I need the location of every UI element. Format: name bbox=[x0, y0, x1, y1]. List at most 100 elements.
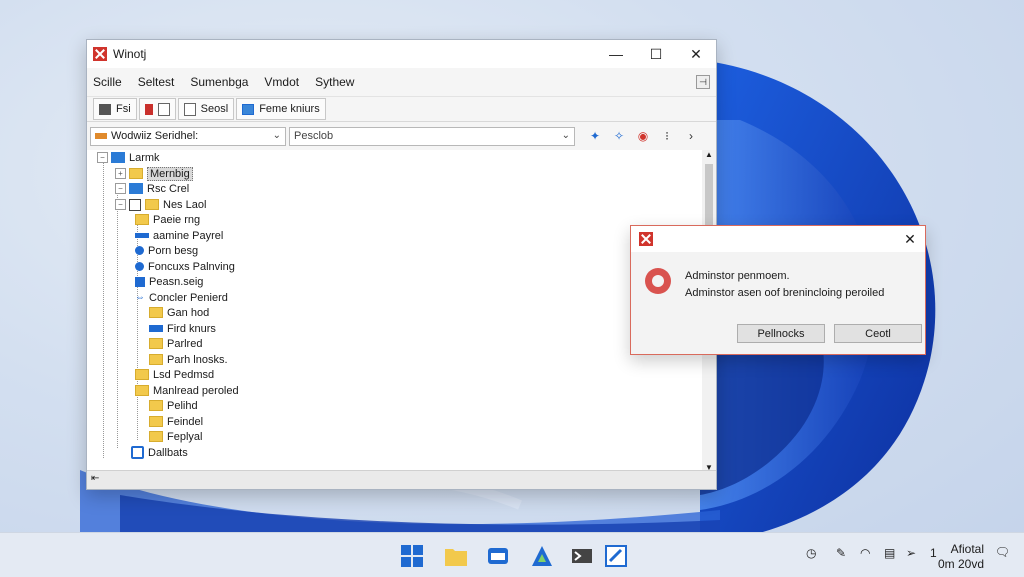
admin-dialog: ✕ Adminstor penmoem. Adminstor asen oof … bbox=[630, 225, 926, 355]
window-icon bbox=[183, 102, 196, 116]
wifi-icon[interactable]: ◠ bbox=[860, 546, 870, 560]
tree-item[interactable]: Porn besg bbox=[135, 243, 198, 258]
next-icon[interactable]: › bbox=[679, 129, 703, 143]
menu-bar: Scille Seltest Sumenbga Vmdot Sythew ⊣ bbox=[87, 68, 716, 97]
collapse-icon[interactable]: − bbox=[97, 152, 108, 163]
tree-item[interactable]: − Rsc Crel bbox=[115, 181, 189, 196]
dialog-button-cancel[interactable]: Ceotl bbox=[834, 324, 922, 343]
terminal-icon[interactable] bbox=[570, 544, 594, 568]
scroll-up-icon[interactable]: ▲ bbox=[705, 150, 713, 159]
shield-icon bbox=[131, 446, 144, 459]
dialog-close-button[interactable]: ✕ bbox=[895, 231, 925, 248]
file-explorer-icon[interactable] bbox=[444, 544, 468, 568]
location-dropdown[interactable]: Wodwiiz Seridhel: ⌄ bbox=[90, 126, 286, 146]
collapse-icon[interactable]: − bbox=[115, 183, 126, 194]
expand-icon[interactable]: + bbox=[115, 168, 126, 179]
maximize-button[interactable]: ☐ bbox=[636, 40, 676, 68]
status-back-icon[interactable]: ⇤ bbox=[91, 473, 99, 484]
folder-arrow-icon bbox=[149, 431, 163, 442]
toolbar-label: Seosl bbox=[200, 103, 229, 115]
link-icon: ⇔ bbox=[135, 292, 145, 303]
tree-item-label: Peasn.seig bbox=[149, 275, 204, 288]
tree-item-label: Concler Penierd bbox=[149, 291, 228, 304]
windows-start-icon[interactable] bbox=[400, 544, 424, 568]
battery-icon[interactable]: ▤ bbox=[884, 546, 895, 560]
tree-item[interactable]: Fird knurs bbox=[149, 321, 216, 336]
tree-item[interactable]: − Nes Laol bbox=[115, 197, 206, 212]
minimize-button[interactable]: — bbox=[596, 40, 636, 68]
folder-icon bbox=[149, 307, 163, 318]
view-icon[interactable]: ◉ bbox=[631, 129, 655, 143]
toolbar-button-edit[interactable] bbox=[138, 98, 176, 120]
tree-item[interactable]: Dallbats bbox=[131, 445, 188, 460]
menu-item[interactable]: Sumenbga bbox=[190, 75, 248, 89]
checkbox-icon bbox=[129, 198, 141, 211]
menu-item[interactable]: Vmdot bbox=[264, 75, 299, 89]
tree-item[interactable]: − Larmk bbox=[97, 150, 160, 165]
tree-item-label: Porn besg bbox=[148, 244, 199, 257]
search-dropdown[interactable]: Pesclob ⌄ bbox=[289, 126, 575, 146]
address-bar: Wodwiiz Seridhel: ⌄ Pesclob ⌄ ✦ ✧ ◉ ⁝ › bbox=[87, 122, 716, 151]
pin-icon[interactable]: ✦ bbox=[583, 129, 607, 143]
folder-icon bbox=[149, 400, 163, 411]
pin-toolbar-icon[interactable]: ⊣ bbox=[696, 75, 710, 89]
tree-item[interactable]: Peasn.seig bbox=[135, 274, 203, 289]
toolbar-button-monitor[interactable]: Feme kniurs bbox=[236, 98, 326, 120]
tree-item[interactable]: Foncuxs Palnving bbox=[135, 259, 235, 274]
vertical-scroll-thumb[interactable] bbox=[705, 164, 713, 234]
pin-alt-icon[interactable]: ✧ bbox=[607, 129, 631, 143]
tree-item-label: Lsd Pedmsd bbox=[153, 368, 215, 381]
tree-item[interactable]: Gan hod bbox=[149, 305, 209, 320]
menu-item[interactable]: Seltest bbox=[138, 75, 175, 89]
folder-icon bbox=[129, 168, 143, 179]
tree-item-label: Nes Laol bbox=[163, 198, 207, 211]
window-controls: — ☐ ✕ bbox=[596, 40, 716, 68]
folder-blue-icon bbox=[129, 183, 143, 194]
menu-item[interactable]: Sythew bbox=[315, 75, 354, 89]
tree-item[interactable]: Paeie rng bbox=[135, 212, 200, 227]
main-window: Winotj — ☐ ✕ Scille Seltest Sumenbga Vmd… bbox=[86, 39, 717, 490]
menu-item[interactable]: Scille bbox=[93, 75, 122, 89]
folder-icon bbox=[135, 214, 149, 225]
mail-icon[interactable] bbox=[486, 544, 510, 568]
more-icon[interactable]: ⁝ bbox=[655, 129, 679, 143]
doc-icon bbox=[157, 102, 170, 116]
tree-item[interactable]: Manlread peroled bbox=[135, 383, 239, 398]
clock-line-2: 0m 20vd bbox=[937, 557, 984, 571]
tree-item[interactable]: Pelihd bbox=[149, 398, 198, 413]
speaker-icon[interactable]: ➢ bbox=[906, 546, 916, 560]
dialog-button-primary[interactable]: Pellnocks bbox=[737, 324, 825, 343]
tree-item[interactable]: Feplyal bbox=[149, 429, 202, 444]
collapse-icon[interactable]: − bbox=[115, 199, 126, 210]
dialog-title-bar[interactable]: ✕ bbox=[631, 226, 925, 252]
monitor-icon bbox=[242, 103, 255, 115]
tree-item-label: aamine Payrel bbox=[153, 229, 224, 242]
close-button[interactable]: ✕ bbox=[676, 40, 716, 68]
title-bar[interactable]: Winotj — ☐ ✕ bbox=[87, 40, 716, 68]
dot-icon bbox=[135, 262, 144, 271]
edit-icon bbox=[144, 103, 153, 115]
folder-icon bbox=[135, 385, 149, 396]
tree-item[interactable]: Parh lnosks. bbox=[149, 352, 228, 367]
tree-item[interactable]: Lsd Pedmsd bbox=[135, 367, 214, 382]
toolbar: Fsi Seosl Feme kniurs bbox=[87, 97, 716, 122]
toolbar-button-tools[interactable]: Fsi bbox=[93, 98, 137, 120]
dialog-line-2: Adminstor asen oof brenincloing peroiled bbox=[685, 287, 885, 299]
tree-item[interactable]: aamine Payrel bbox=[135, 228, 223, 243]
clock[interactable]: Afiotal 0m 20vd bbox=[938, 542, 984, 572]
search-placeholder: Pesclob bbox=[294, 130, 334, 142]
warning-icon bbox=[645, 268, 671, 294]
tree-item-label: Feplyal bbox=[167, 430, 203, 443]
pen-tray-icon[interactable]: ✎ bbox=[836, 546, 846, 560]
notification-icon[interactable]: 🗨 bbox=[995, 545, 1010, 559]
tree-item-label: Parh lnosks. bbox=[167, 353, 228, 366]
tree-item[interactable]: Feindel bbox=[149, 414, 203, 429]
toolbar-button-window[interactable]: Seosl bbox=[177, 98, 235, 120]
tree-item[interactable]: Parlred bbox=[149, 336, 202, 351]
app-icon[interactable] bbox=[604, 544, 628, 568]
store-icon[interactable] bbox=[530, 544, 554, 568]
clock-tray-icon[interactable]: ◷ bbox=[806, 546, 816, 560]
notification-count: 1 bbox=[930, 546, 937, 560]
tree-item[interactable]: ⇔ Concler Penierd bbox=[135, 290, 228, 305]
tree-item[interactable]: + Mernbig bbox=[115, 166, 193, 181]
